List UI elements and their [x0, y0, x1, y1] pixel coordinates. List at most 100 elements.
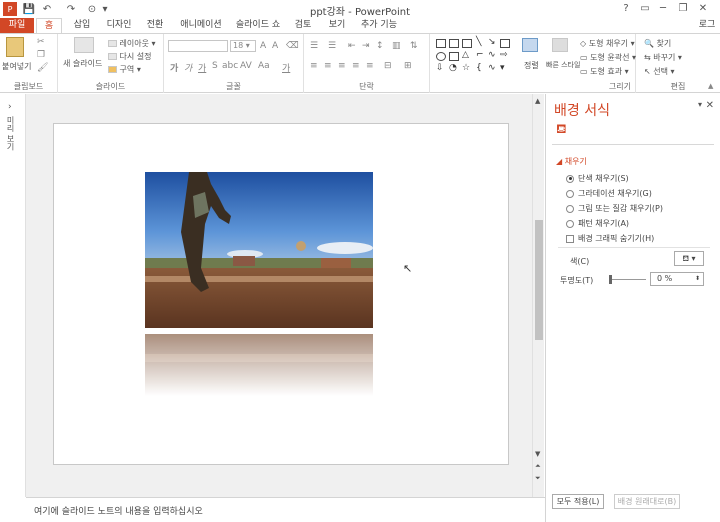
shape-line-icon[interactable]: ╲: [476, 37, 481, 47]
tab-file[interactable]: 파일: [0, 18, 34, 34]
shape-fill-button[interactable]: ◇ 도형 채우기 ▾: [580, 38, 635, 49]
reset-background-button[interactable]: 배경 원래대로(B): [614, 494, 680, 509]
shape-downarrow-icon[interactable]: ⇩: [436, 63, 444, 73]
slide-photo[interactable]: [145, 172, 373, 328]
pane-close-icon[interactable]: ✕: [706, 100, 714, 111]
thumbnail-pane-collapsed[interactable]: › 미리 보기: [0, 94, 26, 497]
radio-picture[interactable]: [566, 204, 574, 213]
bold-icon[interactable]: 가: [170, 61, 178, 74]
transparency-input[interactable]: 0 % ⬍: [650, 272, 704, 286]
format-painter-icon[interactable]: 🖌: [37, 63, 48, 73]
slide-canvas[interactable]: [53, 123, 509, 465]
cut-icon[interactable]: ✂: [37, 37, 45, 47]
change-case-icon[interactable]: Aa: [258, 61, 270, 71]
shadow-icon[interactable]: S: [212, 61, 218, 71]
prev-slide-icon[interactable]: ⏶: [535, 462, 541, 471]
restore-button[interactable]: ❐: [675, 1, 691, 16]
shape-textbox-vertical-icon[interactable]: [462, 39, 472, 48]
editor-vscrollbar[interactable]: ▲ ▼ ⏶ ⏷: [532, 94, 544, 497]
transparency-slider[interactable]: [610, 279, 646, 280]
smartart-icon[interactable]: ⊞: [404, 61, 412, 71]
radio-gradient[interactable]: [566, 189, 574, 198]
tab-addins[interactable]: 추가 기능: [356, 18, 402, 34]
fill-section-header[interactable]: ◢ 채우기: [556, 156, 587, 167]
shape-arrow-icon[interactable]: ↘: [488, 37, 496, 47]
layout-button[interactable]: 레이아웃 ▾: [108, 38, 156, 49]
transparency-slider-handle[interactable]: [609, 275, 612, 284]
notes-area[interactable]: 여기에 슬라이드 노트의 내용을 입력하십시오: [26, 497, 545, 522]
fill-bucket-icon[interactable]: ⛾: [556, 122, 567, 139]
tab-view[interactable]: 보기: [324, 18, 350, 34]
solid-fill-option[interactable]: 단색 채우기(S): [566, 173, 629, 184]
new-slide-button[interactable]: [74, 37, 94, 55]
shape-rect-icon[interactable]: [436, 39, 446, 48]
find-button[interactable]: 🔍 찾기: [644, 38, 671, 49]
pattern-fill-option[interactable]: 패턴 채우기(A): [566, 218, 629, 229]
replace-button[interactable]: ⇆ 바꾸기 ▾: [644, 52, 682, 63]
shape-rounded-icon[interactable]: [449, 52, 459, 61]
copy-icon[interactable]: ❐: [37, 50, 45, 60]
char-spacing-icon[interactable]: AV: [240, 61, 252, 71]
quick-styles-button[interactable]: [552, 38, 568, 54]
tab-insert[interactable]: 삽입: [68, 18, 96, 34]
font-name-combo[interactable]: [168, 40, 228, 52]
minimize-button[interactable]: ─: [655, 1, 671, 16]
shape-rightarrow-icon[interactable]: ⇨: [500, 50, 508, 60]
shape-oval-icon[interactable]: [436, 52, 446, 61]
scroll-thumb[interactable]: [535, 220, 543, 340]
radio-pattern[interactable]: [566, 219, 574, 228]
section-button[interactable]: 구역 ▾: [108, 64, 141, 75]
align-right-icon[interactable]: ≡: [338, 61, 346, 71]
tab-review[interactable]: 검토: [290, 18, 316, 34]
distributed-icon[interactable]: ≡: [366, 61, 374, 71]
tab-slideshow[interactable]: 슬라이드 쇼: [232, 18, 284, 34]
shape-arc-icon[interactable]: ◔: [449, 63, 457, 73]
ribbon-display-icon[interactable]: ▭: [637, 1, 653, 16]
increase-indent-icon[interactable]: ⇥: [362, 41, 370, 51]
align-center-icon[interactable]: ≡: [324, 61, 332, 71]
select-button[interactable]: ↖ 선택 ▾: [644, 66, 675, 77]
radio-solid[interactable]: [566, 174, 574, 183]
next-slide-icon[interactable]: ⏷: [535, 474, 541, 483]
bullets-icon[interactable]: ☰: [310, 41, 318, 51]
shape-freeform-icon[interactable]: ∿: [488, 63, 496, 73]
decrease-indent-icon[interactable]: ⇤: [348, 41, 356, 51]
slide-editor[interactable]: ↖: [26, 94, 532, 497]
decrease-font-icon[interactable]: A: [272, 41, 278, 51]
underline-icon[interactable]: 가: [198, 61, 206, 74]
align-left-icon[interactable]: ≡: [310, 61, 318, 71]
font-size-combo[interactable]: 18 ▾: [230, 40, 256, 52]
hide-graphics-checkbox[interactable]: [566, 234, 574, 243]
tab-design[interactable]: 디자인: [102, 18, 136, 34]
italic-icon[interactable]: 가: [184, 61, 192, 74]
shape-star-icon[interactable]: ☆: [462, 63, 470, 73]
collapse-ribbon-icon[interactable]: ▲: [708, 82, 713, 90]
strikethrough-icon[interactable]: abc: [222, 61, 238, 71]
font-color-icon[interactable]: 가: [282, 61, 290, 74]
increase-font-icon[interactable]: A: [260, 41, 266, 51]
align-text-icon[interactable]: ⊟: [384, 61, 392, 71]
scroll-down-icon[interactable]: ▼: [535, 450, 540, 458]
expand-arrow-icon[interactable]: ›: [8, 102, 12, 112]
shape-effects-button[interactable]: ▭ 도형 효과 ▾: [580, 66, 629, 77]
signin-link[interactable]: 로그: [694, 18, 720, 34]
picture-fill-option[interactable]: 그림 또는 질감 채우기(P): [566, 203, 663, 214]
numbering-icon[interactable]: ☰: [328, 41, 336, 51]
pane-options-icon[interactable]: ▾: [698, 100, 702, 109]
arrange-button[interactable]: [522, 38, 538, 54]
gradient-fill-option[interactable]: 그라데이션 채우기(G): [566, 188, 652, 199]
shape-textbox-icon[interactable]: [449, 39, 459, 48]
shape-more-icon[interactable]: ▾: [500, 63, 505, 73]
justify-icon[interactable]: ≡: [352, 61, 360, 71]
hide-background-graphics-option[interactable]: 배경 그래픽 숨기기(H): [566, 233, 654, 244]
tab-transitions[interactable]: 전환: [142, 18, 168, 34]
apply-to-all-button[interactable]: 모두 적용(L): [552, 494, 604, 509]
text-direction-icon[interactable]: ⇅: [410, 41, 418, 51]
shape-outline-button[interactable]: ▭ 도형 윤곽선 ▾: [580, 52, 636, 63]
line-spacing-icon[interactable]: ↕: [376, 41, 384, 51]
shape-square-icon[interactable]: [500, 39, 510, 48]
shape-elbow-icon[interactable]: ⌐: [476, 50, 484, 60]
tab-animations[interactable]: 애니메이션: [175, 18, 227, 34]
columns-icon[interactable]: ▥: [392, 41, 401, 51]
reset-button[interactable]: 다시 설정: [108, 51, 152, 62]
